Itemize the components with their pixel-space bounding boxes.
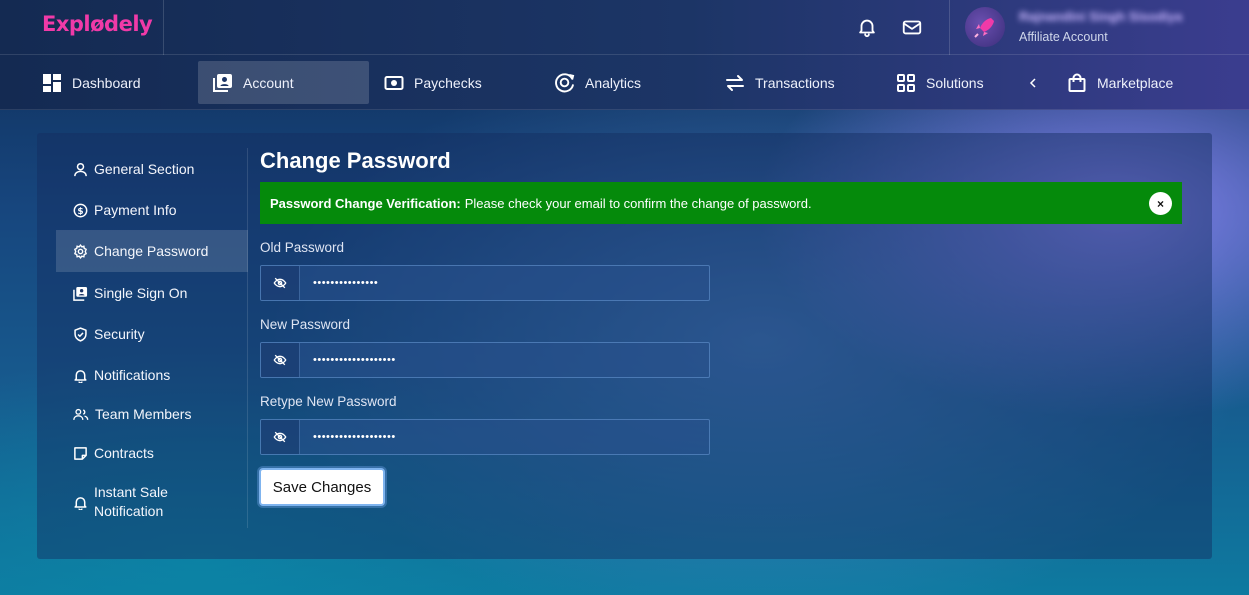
bell-icon[interactable] [856,16,878,38]
sidebar-item-label: General Section [94,161,195,177]
new-password-field[interactable]: ••••••••••••••••••• [260,342,710,378]
sidebar-item-change-password[interactable]: Change Password [56,230,248,272]
user-name[interactable]: Rajnandini Singh Sisodiya [1019,9,1182,24]
bell-icon [74,496,87,510]
mail-icon[interactable] [901,16,923,38]
divider [163,0,164,55]
sidebar-divider [247,148,248,528]
retype-password-label: Retype New Password [260,394,397,409]
verification-alert: Password Change Verification: Please che… [260,182,1182,224]
sidebar-item-label: Change Password [94,243,209,259]
sidebar-item-label: Payment Info [94,202,177,218]
new-password-label: New Password [260,317,351,332]
sidebar-item-payment-info[interactable]: $ Payment Info [56,200,248,220]
sidebar-item-instant-sale-notification[interactable]: Instant Sale Notification [56,483,248,521]
eye-off-icon [273,431,287,443]
nav-label: Solutions [926,74,984,91]
alert-message: Please check your email to confirm the c… [464,195,812,211]
nav-label: Analytics [585,74,642,91]
toggle-visibility-button[interactable] [261,266,300,300]
retype-password-value[interactable]: ••••••••••••••••••• [300,431,396,443]
new-password-value[interactable]: ••••••••••••••••••• [300,354,396,366]
paychecks-icon [384,75,404,90]
old-password-label: Old Password [260,240,345,255]
label-line: Notification [94,503,164,519]
nav-label: Dashboard [72,74,141,91]
note-icon [74,446,87,460]
chevron-left-icon [1029,77,1036,88]
alert-title: Password Change Verification: [270,195,461,211]
bell-icon [74,369,87,383]
settings-panel: General Section $ Payment Info Change Pa… [37,133,1212,559]
sidebar-item-label: Single Sign On [94,285,188,301]
label-line: Instant Sale [94,484,168,500]
close-icon: × [1156,196,1164,211]
marketplace-icon [1068,73,1086,92]
page-title: Change Password [260,148,451,173]
account-icon [213,73,232,92]
nav-label: Paychecks [414,74,482,91]
nav-label: Account [243,74,294,91]
nav-paychecks[interactable]: Paychecks [384,61,482,104]
nav-marketplace[interactable]: Marketplace [1067,61,1173,104]
transactions-icon [726,74,744,91]
sidebar-item-label: Instant Sale Notification [94,483,168,521]
sidebar-item-label: Team Members [95,406,192,422]
nav-account[interactable]: Account [198,61,369,104]
nav-dashboard[interactable]: Dashboard [42,61,141,104]
sidebar-item-security[interactable]: Security [56,324,248,344]
toggle-visibility-button[interactable] [261,343,300,377]
main-nav: Dashboard Account Paychecks Analytics Tr… [0,55,1249,110]
toggle-visibility-button[interactable] [261,420,300,454]
svg-text:$: $ [77,206,83,216]
retype-password-field[interactable]: ••••••••••••••••••• [260,419,710,455]
nav-transactions[interactable]: Transactions [725,61,835,104]
user-icon [74,162,87,176]
sidebar-item-general-section[interactable]: General Section [56,159,248,179]
sidebar-item-contracts[interactable]: Contracts [56,443,248,463]
eye-off-icon [273,277,287,289]
divider [949,0,950,55]
dashboard-icon [43,73,61,92]
sidebar-item-label: Notifications [94,367,171,383]
id-card-icon [73,286,88,301]
user-role: Affiliate Account [1019,30,1108,44]
gear-icon [73,243,88,259]
sidebar-item-label: Security [94,326,145,342]
sidebar-item-notifications[interactable]: Notifications [56,365,248,385]
nav-solutions[interactable]: Solutions [896,61,984,104]
close-alert-button[interactable]: × [1149,192,1172,215]
shield-icon [74,326,87,342]
solutions-icon [897,73,915,92]
sidebar-item-team-members[interactable]: Team Members [56,404,248,424]
analytics-icon [555,73,575,93]
team-icon [73,408,89,420]
sidebar-item-single-sign-on[interactable]: Single Sign On [56,283,248,303]
top-bar: Explødely Rajnandini Singh Sisodiya Affi… [0,0,1249,55]
save-changes-button[interactable]: Save Changes [259,468,385,506]
logo[interactable]: Explødely [42,12,153,36]
old-password-field[interactable]: ••••••••••••••• [260,265,710,301]
avatar[interactable] [965,7,1005,47]
nav-back[interactable] [1027,61,1049,104]
nav-label: Marketplace [1097,74,1174,91]
old-password-value[interactable]: ••••••••••••••• [300,277,378,289]
sidebar-item-label: Contracts [94,445,154,461]
dollar-circle-icon: $ [73,203,88,217]
nav-analytics[interactable]: Analytics [554,61,641,104]
rocket-icon [974,18,994,38]
eye-off-icon [273,354,287,366]
nav-label: Transactions [755,74,835,91]
